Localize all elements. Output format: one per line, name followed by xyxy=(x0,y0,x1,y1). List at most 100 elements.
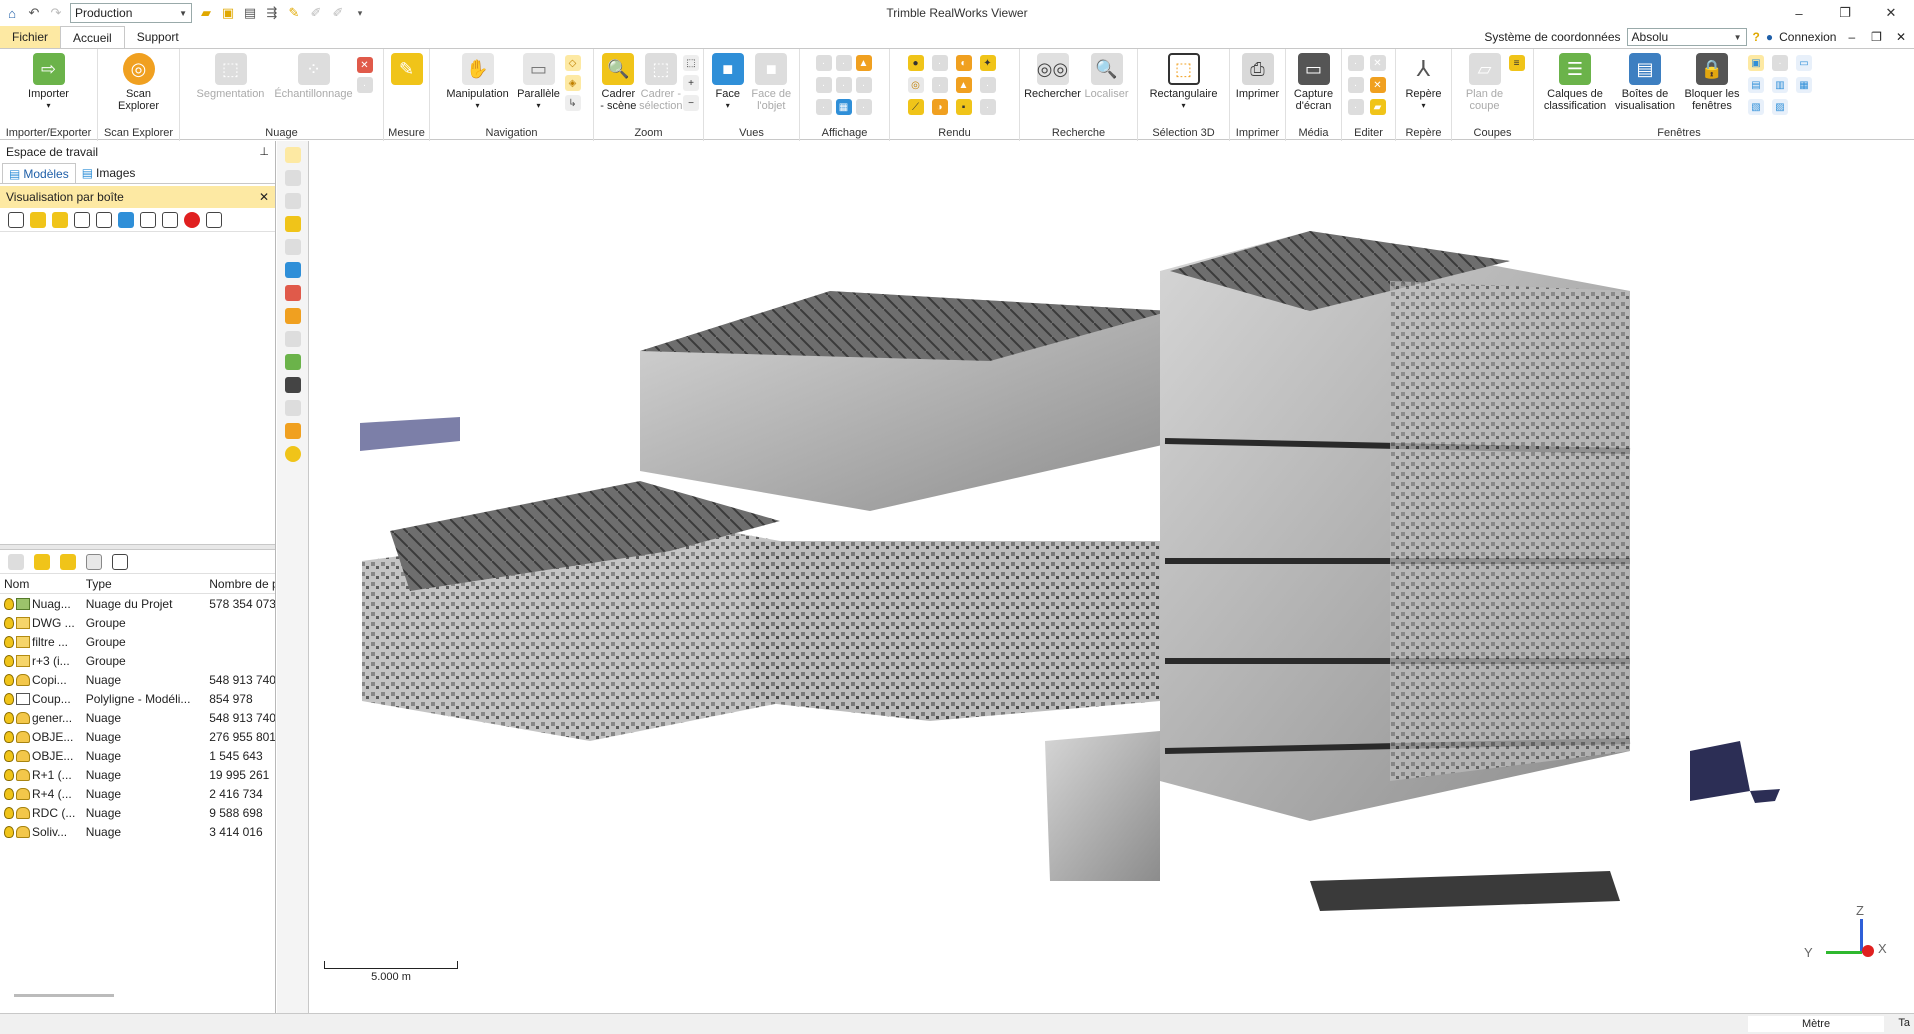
display-mode-7-icon[interactable]: · xyxy=(855,99,872,115)
tree-row[interactable]: r+3 (i... Groupe xyxy=(0,651,275,670)
box-settings-icon[interactable] xyxy=(206,211,222,228)
vtool-14-icon[interactable] xyxy=(284,446,301,462)
render-shade-icon[interactable]: ◑ xyxy=(931,99,948,115)
tree-view-icon[interactable] xyxy=(86,553,102,570)
customize-icon[interactable]: ▾ xyxy=(352,5,368,21)
edit-copy-icon[interactable]: · xyxy=(1347,77,1364,93)
project-combo[interactable]: Production ▼ xyxy=(70,3,192,23)
render-light-icon[interactable]: ✦ xyxy=(979,55,996,71)
minimize-icon[interactable]: – xyxy=(1776,0,1822,26)
render-4-icon[interactable]: · xyxy=(979,77,996,93)
coord-combo[interactable]: Absolu ▼ xyxy=(1626,28,1747,46)
vtool-12-icon[interactable] xyxy=(284,400,301,416)
box-rotate-right-icon[interactable] xyxy=(96,211,112,228)
display-mode-3-icon[interactable]: · xyxy=(815,77,832,93)
tree-row[interactable]: RDC (... Nuage 9 588 698 xyxy=(0,803,275,822)
window-layout-8-icon[interactable]: ▨ xyxy=(1772,99,1788,115)
box-center-icon[interactable] xyxy=(30,211,46,228)
tree-row[interactable]: Coup... Polyligne - Modéli... 854 978 xyxy=(0,689,275,708)
help-icon[interactable]: ? xyxy=(1753,30,1760,44)
cadrer-selection-button[interactable]: ⬚ Cadrer - sélection xyxy=(639,53,683,112)
tree-row[interactable]: Copi... Nuage 548 913 740 xyxy=(0,670,275,689)
vtool-10-icon[interactable] xyxy=(284,354,301,370)
tree-row[interactable]: filtre ... Groupe xyxy=(0,632,275,651)
display-mode-5-icon[interactable]: · xyxy=(855,77,872,93)
repere-button[interactable]: ⅄ Repère ▾ xyxy=(1400,53,1447,112)
pivot-icon[interactable]: ◈ xyxy=(564,75,581,91)
vtool-select-icon[interactable] xyxy=(284,147,301,163)
orbit-icon[interactable]: ◇ xyxy=(564,55,581,71)
manipulation-button[interactable]: ✋ Manipulation ▾ xyxy=(443,53,513,112)
zoom-window-icon[interactable]: ⬚ xyxy=(683,55,699,71)
render-wire-icon[interactable]: ⟋ xyxy=(907,99,924,115)
tree-new-folder-icon[interactable] xyxy=(34,553,50,570)
tree-search-icon[interactable] xyxy=(8,553,24,570)
measure-quick-icon[interactable]: ✎ xyxy=(286,5,302,21)
segmentation-button[interactable]: ⬚ Segmentation xyxy=(191,53,271,100)
window-layout-5-icon[interactable]: ▥ xyxy=(1772,77,1788,93)
app-logo-icon[interactable]: ⌂ xyxy=(4,5,20,21)
visibility-bulb-icon[interactable] xyxy=(4,673,14,686)
edit-delete-icon[interactable]: ✕ xyxy=(1369,55,1386,71)
tree-row[interactable]: Soliv... Nuage 3 414 016 xyxy=(0,822,275,841)
bloquer-fenetres-button[interactable]: 🔒 Bloquer les fenêtres xyxy=(1680,53,1744,112)
tab-accueil[interactable]: Accueil xyxy=(60,26,125,48)
render-intensity-icon[interactable]: ◎ xyxy=(907,77,924,93)
display-mode-6-icon[interactable]: · xyxy=(815,99,832,115)
display-mode-4-icon[interactable]: · xyxy=(835,77,852,93)
render-3-icon[interactable]: · xyxy=(931,77,948,93)
window-layout-1-icon[interactable]: ▣ xyxy=(1748,55,1764,71)
ribbon-restore-icon[interactable]: ❐ xyxy=(1867,30,1886,44)
window-layout-6-icon[interactable]: ▦ xyxy=(1796,77,1812,93)
warning-display-icon[interactable]: ▲ xyxy=(855,55,872,71)
face-button[interactable]: ■ Face ▾ xyxy=(708,53,748,112)
vtool-11-icon[interactable] xyxy=(284,377,301,393)
tree-row[interactable]: gener... Nuage 548 913 740 xyxy=(0,708,275,727)
redo-icon[interactable]: ↷ xyxy=(48,5,64,21)
col-nombre[interactable]: Nombre de p xyxy=(205,577,275,591)
zoom-in-icon[interactable]: + xyxy=(683,75,699,91)
echantillonnage-button[interactable]: ⁘ Échantillonnage xyxy=(271,53,357,100)
visibility-bulb-icon[interactable] xyxy=(4,692,14,705)
visibility-bulb-icon[interactable] xyxy=(4,597,14,610)
edit-cut-icon[interactable]: ✕ xyxy=(1369,77,1386,93)
visibility-bulb-icon[interactable] xyxy=(4,635,14,648)
horizontal-scrollbar[interactable] xyxy=(14,994,114,997)
box-split-icon[interactable] xyxy=(140,211,156,228)
box-cube-icon[interactable] xyxy=(118,211,134,228)
imprimer-button[interactable]: ⎙ Imprimer xyxy=(1234,53,1281,100)
box-fit-icon[interactable] xyxy=(52,211,68,228)
visibility-bulb-icon[interactable] xyxy=(4,730,14,743)
pen-icon[interactable]: ✐ xyxy=(308,5,324,21)
window-layout-2-icon[interactable]: · xyxy=(1772,55,1788,71)
zoom-out-icon[interactable]: − xyxy=(683,95,699,111)
face-objet-button[interactable]: ■ Face de l'objet xyxy=(748,53,795,112)
tree-row[interactable]: DWG ... Groupe xyxy=(0,613,275,632)
visibility-bulb-icon[interactable] xyxy=(4,711,14,724)
3d-viewport[interactable]: 5.000 m Z Y X xyxy=(310,141,1914,1013)
rectangulaire-button[interactable]: ⬚ Rectangulaire ▾ xyxy=(1142,53,1225,112)
boites-visualisation-button[interactable]: ▤ Boîtes de visualisation xyxy=(1610,53,1680,112)
parallele-button[interactable]: ▭ Parallèle ▾ xyxy=(513,53,565,112)
vtool-2-icon[interactable] xyxy=(284,170,301,186)
scan-explorer-button[interactable]: ◎ Scan Explorer xyxy=(106,53,172,112)
delete-points-icon[interactable]: ✕ xyxy=(356,57,373,73)
vtool-5-icon[interactable] xyxy=(284,239,301,255)
connexion-link[interactable]: Connexion xyxy=(1779,30,1836,44)
window-layout-4-icon[interactable]: ▤ xyxy=(1748,77,1764,93)
vtool-9-icon[interactable] xyxy=(284,331,301,347)
importer-button[interactable]: ⇨ Importer ▾ xyxy=(16,53,82,112)
calques-classification-button[interactable]: ☰ Calques de classification xyxy=(1540,53,1610,112)
render-fill-icon[interactable]: ▪ xyxy=(955,99,972,115)
vtool-7-icon[interactable] xyxy=(284,285,301,301)
walk-icon[interactable]: ↳ xyxy=(564,95,581,111)
unit-display[interactable]: Mètre xyxy=(1748,1016,1884,1032)
tree-row[interactable]: OBJE... Nuage 276 955 801 xyxy=(0,727,275,746)
visibility-bulb-icon[interactable] xyxy=(4,616,14,629)
display-mode-1-icon[interactable]: · xyxy=(815,55,832,71)
vtool-cube-icon[interactable] xyxy=(284,262,301,278)
window-layout-3-icon[interactable]: ▭ xyxy=(1796,55,1812,71)
close-icon[interactable]: ✕ xyxy=(259,190,269,204)
edit-1-icon[interactable]: · xyxy=(1347,55,1364,71)
vtool-4-icon[interactable] xyxy=(284,216,301,232)
